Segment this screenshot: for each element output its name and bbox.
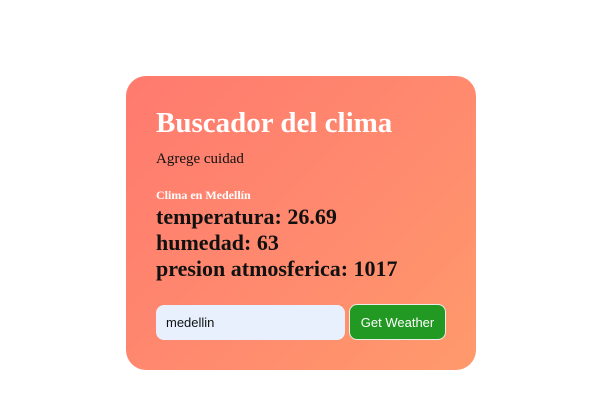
subtitle-text: Agrege cuidad bbox=[156, 151, 244, 167]
page-title: Buscador del clima bbox=[156, 107, 393, 139]
pressure-value: presion atmosferica: 1017 bbox=[156, 256, 398, 281]
weather-card: Buscador del clima Agrege cuidad Clima e… bbox=[126, 76, 476, 370]
temperature-value: temperatura: 26.69 bbox=[156, 204, 337, 229]
weather-stats: temperatura: 26.69 humedad: 63 presion a… bbox=[156, 204, 398, 282]
humidity-value: humedad: 63 bbox=[156, 230, 279, 255]
get-weather-button[interactable]: Get Weather bbox=[349, 304, 446, 340]
city-search-input[interactable] bbox=[156, 305, 345, 340]
city-weather-label: Clima en Medellín bbox=[156, 188, 251, 202]
